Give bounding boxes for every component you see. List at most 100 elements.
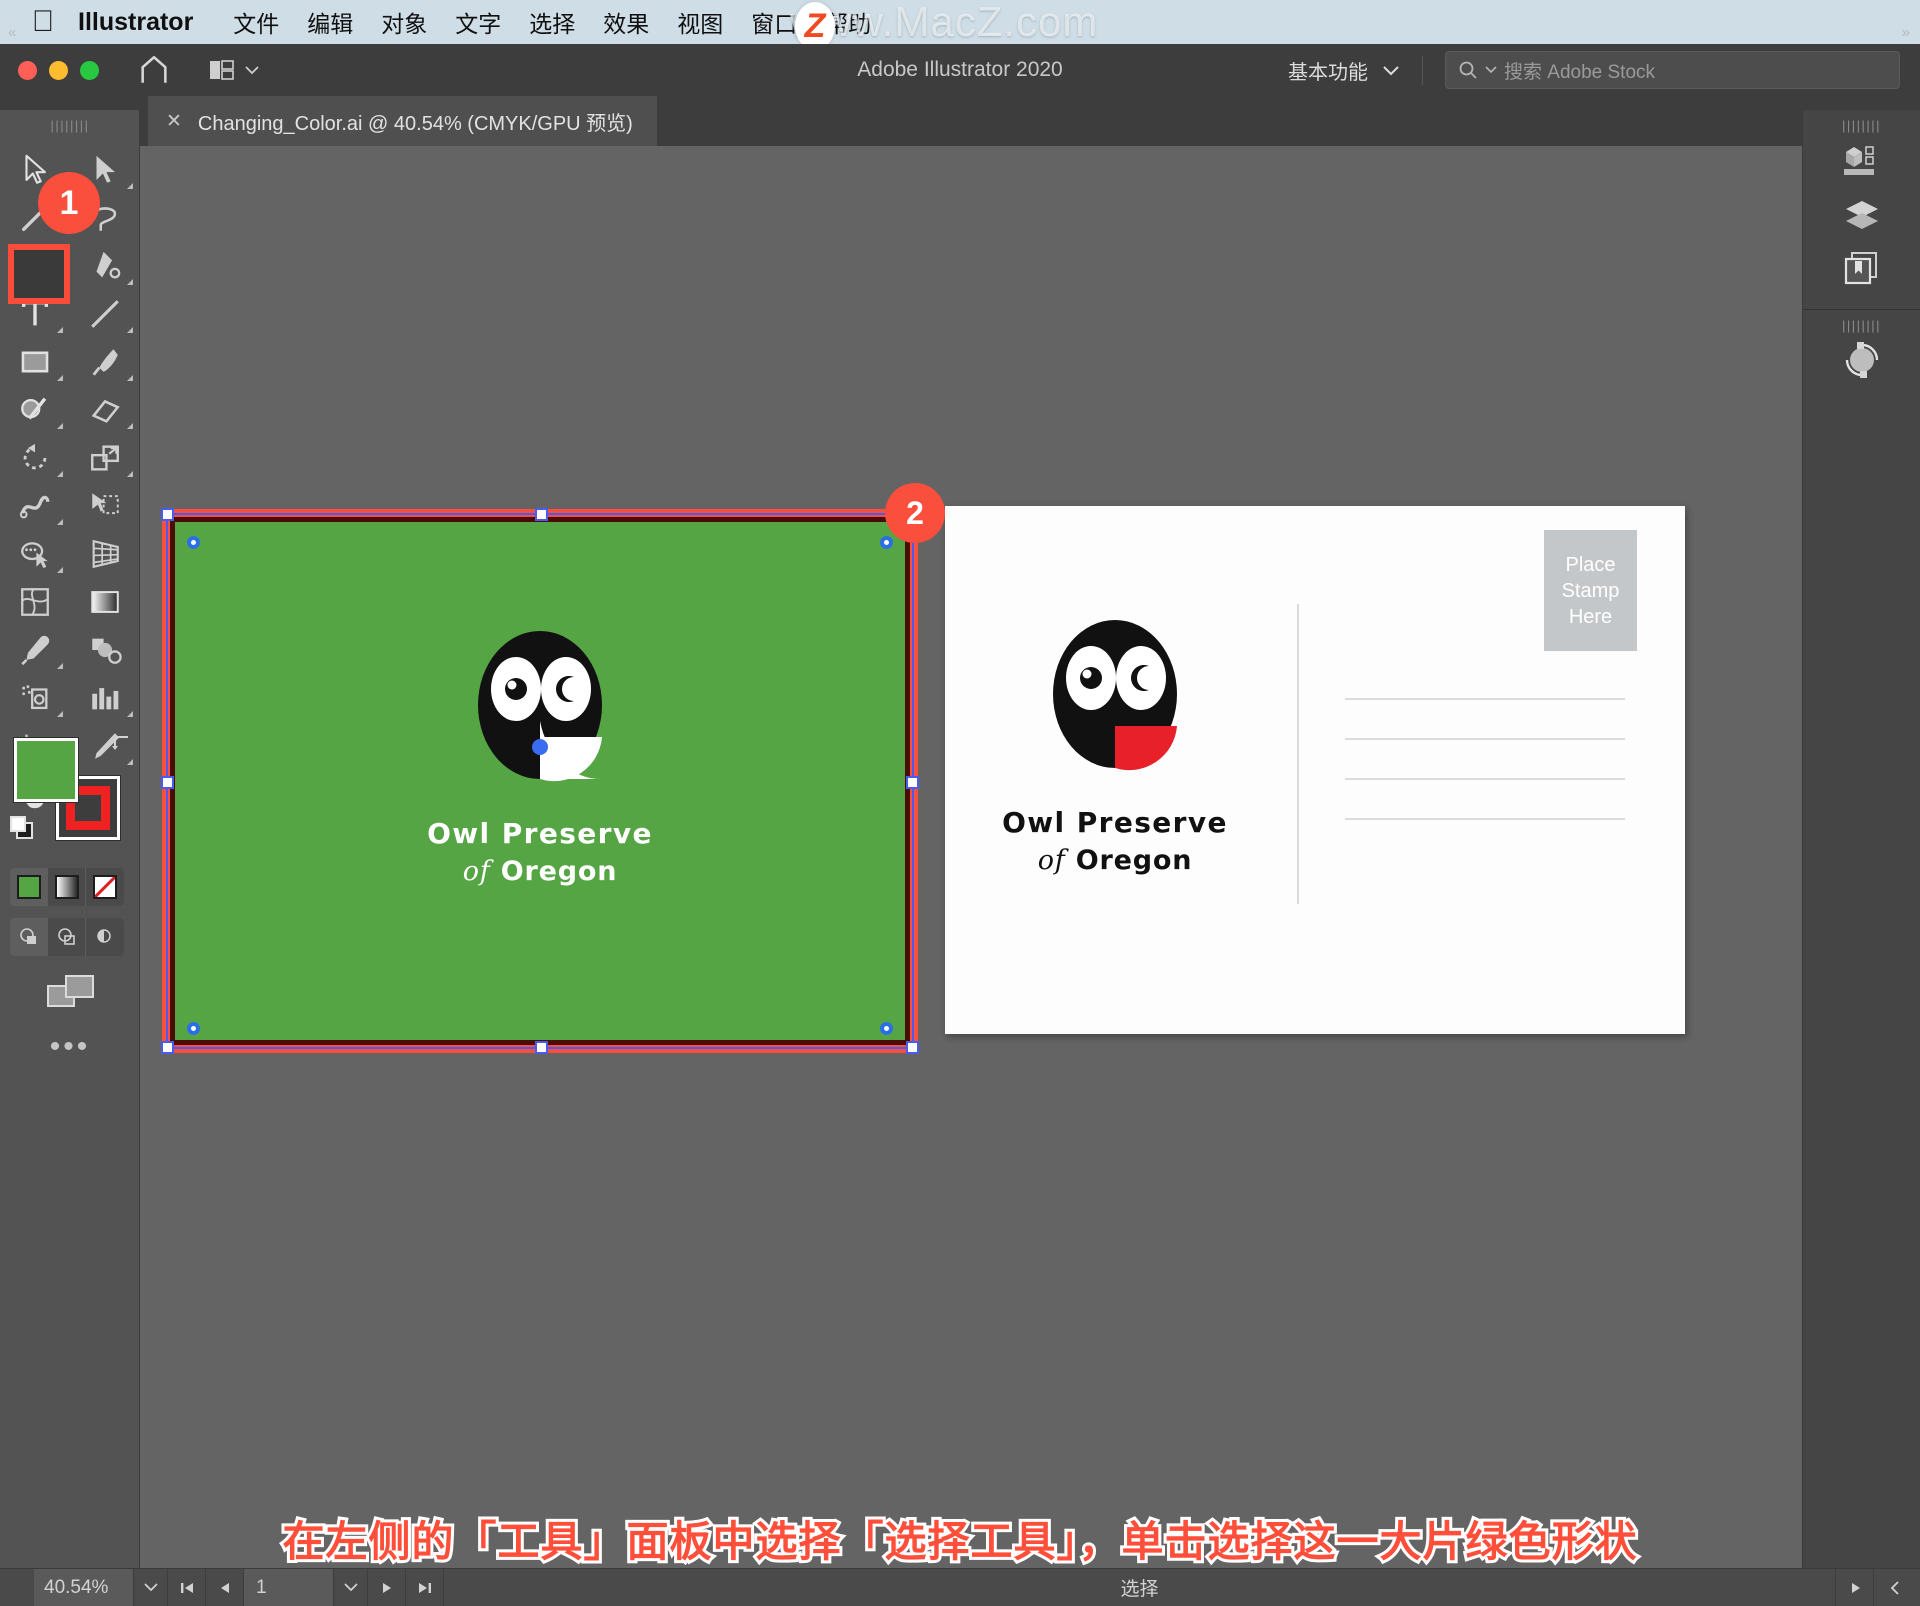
resize-handle-bl[interactable] <box>161 1041 174 1054</box>
selection-bounding-box[interactable] <box>161 508 919 1054</box>
zoom-level-field[interactable]: 40.54% <box>34 1568 134 1606</box>
dock-grip[interactable]: |||||||| <box>1803 110 1920 133</box>
change-screen-mode-button[interactable] <box>46 972 96 1017</box>
zoom-dropdown-button[interactable] <box>134 1568 168 1606</box>
canvas-area[interactable]: Owl Preserve of Oregon Owl Preserve of O… <box>140 146 1802 1568</box>
width-tool[interactable] <box>0 482 70 530</box>
anchor-point-tl[interactable] <box>187 536 200 549</box>
document-tab[interactable]: ✕ Changing_Color.ai @ 40.54% (CMYK/GPU 预… <box>148 96 657 146</box>
menu-item-edit[interactable]: 编辑 <box>293 5 367 39</box>
status-menu-button[interactable] <box>1836 1568 1874 1606</box>
artboard-dropdown-button[interactable] <box>334 1568 368 1606</box>
maximize-window-button[interactable] <box>80 60 99 80</box>
menu-item-type[interactable]: 文字 <box>441 5 515 39</box>
last-artboard-button[interactable] <box>406 1568 444 1606</box>
home-icon[interactable] <box>137 53 171 87</box>
rotate-tool[interactable] <box>0 434 70 482</box>
gradient-mode-button[interactable] <box>48 868 86 906</box>
owl-logo-white <box>1053 620 1177 771</box>
layers-panel-button[interactable] <box>1803 187 1920 241</box>
chevron-down-icon <box>1383 65 1399 75</box>
draw-inside-mode-button[interactable] <box>86 918 124 956</box>
properties-panel-button[interactable] <box>1803 133 1920 187</box>
shape-builder-tool[interactable] <box>0 530 70 578</box>
solid-color-mode-button[interactable] <box>10 868 48 906</box>
more-tools-button[interactable]: ••• <box>0 1030 140 1064</box>
line-segment-tool[interactable] <box>70 290 140 338</box>
stamp-placeholder-box: Place Stamp Here <box>1544 530 1637 651</box>
draw-normal-icon <box>19 928 36 944</box>
gradient-tool[interactable] <box>70 578 140 626</box>
previous-artboard-button[interactable] <box>206 1568 244 1606</box>
symbol-sprayer-tool[interactable] <box>0 674 70 722</box>
draw-behind-mode-button[interactable] <box>48 918 86 956</box>
blend-tool[interactable] <box>70 626 140 674</box>
menu-item-select[interactable]: 选择 <box>515 5 589 39</box>
panel-grip[interactable]: |||||||| <box>0 118 140 133</box>
menu-item-object[interactable]: 对象 <box>367 5 441 39</box>
next-artboard-button[interactable] <box>368 1568 406 1606</box>
search-icon <box>1459 61 1477 79</box>
fill-color-swatch[interactable] <box>13 737 79 803</box>
scale-tool[interactable] <box>70 434 140 482</box>
address-line-1 <box>1345 698 1625 700</box>
window-controls <box>18 60 99 80</box>
instruction-caption: 在左侧的「工具」面板中选择「选择工具」，单击选择这一大片绿色形状 <box>279 1514 1639 1569</box>
tool-group-indicator <box>127 423 133 429</box>
free-transform-tool[interactable] <box>70 482 140 530</box>
first-artboard-button[interactable] <box>168 1568 206 1606</box>
mesh-tool[interactable] <box>0 578 70 626</box>
anchor-point-tr[interactable] <box>880 536 893 549</box>
eyedropper-tool[interactable] <box>0 626 70 674</box>
line-segment-icon <box>91 300 119 328</box>
eraser-tool[interactable] <box>70 386 140 434</box>
direct-selection-tool-icon <box>96 155 115 183</box>
column-graph-tool[interactable] <box>70 674 140 722</box>
tool-group-indicator <box>57 519 63 525</box>
collapse-panel-icon[interactable]: « <box>8 24 16 41</box>
shaper-tool[interactable] <box>0 386 70 434</box>
illustrator-window:  Illustrator 文件 编辑 对象 文字 选择 效果 视图 窗口 帮助… <box>0 0 1920 1606</box>
close-window-button[interactable] <box>18 60 37 80</box>
menu-item-effect[interactable]: 效果 <box>589 5 663 39</box>
menu-item-file[interactable]: 文件 <box>219 5 293 39</box>
libraries-panel-button[interactable] <box>1803 241 1920 295</box>
tool-group-indicator <box>127 183 133 189</box>
perspective-grid-tool[interactable] <box>70 530 140 578</box>
resize-handle-br[interactable] <box>906 1041 919 1054</box>
resize-handle-bc[interactable] <box>535 1041 548 1054</box>
logo-of: of <box>1037 845 1066 876</box>
none-mode-button[interactable] <box>86 868 124 906</box>
free-transform-icon <box>92 493 119 515</box>
minimize-window-button[interactable] <box>49 60 68 80</box>
dock-grip-secondary[interactable]: |||||||| <box>1803 310 1920 333</box>
step-badge-2: 2 <box>885 483 945 543</box>
default-fill-stroke-icon[interactable] <box>8 814 38 849</box>
rectangle-tool[interactable] <box>0 338 70 386</box>
expand-panel-icon[interactable]: » <box>1902 24 1910 41</box>
curvature-tool[interactable] <box>70 242 140 290</box>
status-text[interactable]: 选择 <box>444 1568 1836 1606</box>
search-input[interactable]: 搜索 Adobe Stock <box>1504 57 1655 84</box>
resize-handle-ml[interactable] <box>161 776 174 789</box>
menu-item-view[interactable]: 视图 <box>663 5 737 39</box>
close-icon[interactable]: ✕ <box>166 110 182 133</box>
resize-handle-tc[interactable] <box>535 508 548 521</box>
transform-panel-button[interactable] <box>1803 333 1920 387</box>
swap-fill-stroke-icon[interactable] <box>108 732 134 763</box>
last-artboard-icon <box>418 1582 431 1593</box>
arrange-documents-button[interactable] <box>209 58 260 82</box>
resize-handle-tl[interactable] <box>161 508 174 521</box>
mac-app-name[interactable]: Illustrator <box>78 8 193 37</box>
anchor-point-br[interactable] <box>880 1022 893 1035</box>
artboard-number-field[interactable]: 1 <box>244 1568 334 1606</box>
artboard-postcard-back[interactable]: Owl Preserve of Oregon Place Stamp Here <box>945 506 1685 1034</box>
draw-normal-mode-button[interactable] <box>10 918 48 956</box>
resize-handle-mr[interactable] <box>906 776 919 789</box>
resize-grip[interactable] <box>1874 1569 1920 1606</box>
apple-logo-icon[interactable]:  <box>30 7 56 37</box>
adobe-stock-search[interactable]: 搜索 Adobe Stock <box>1445 51 1900 89</box>
paintbrush-tool[interactable] <box>70 338 140 386</box>
workspace-switcher[interactable]: 基本功能 <box>1288 55 1423 85</box>
anchor-point-bl[interactable] <box>187 1022 200 1035</box>
